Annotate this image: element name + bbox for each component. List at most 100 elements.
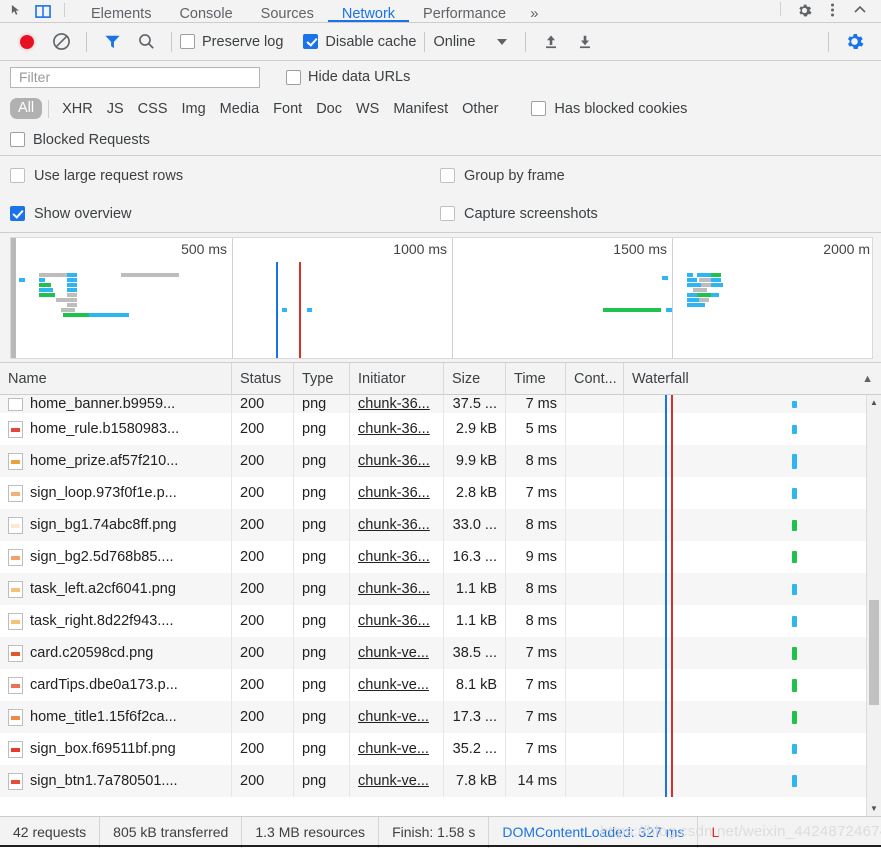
request-initiator[interactable]: chunk-36... [350,573,444,605]
request-initiator[interactable]: chunk-ve... [350,733,444,765]
overview-left-handle[interactable] [11,238,16,358]
type-filter-ws[interactable]: WS [349,101,386,117]
table-row[interactable]: sign_bg2.5d768b85.... 200 png chunk-36... 16… [0,541,881,573]
request-initiator[interactable]: chunk-36... [350,413,444,445]
column-header-type[interactable]: Type [294,363,350,395]
table-row[interactable]: sign_box.f69511bf.png 200 png chunk-ve... 35… [0,733,881,765]
type-filter-manifest[interactable]: Manifest [386,101,455,117]
table-row[interactable]: task_right.8d22f943.... 200 png chunk-36...… [0,605,881,637]
initiator-link[interactable]: chunk-36... [358,581,430,597]
tab-performance[interactable]: Performance [409,0,520,22]
table-row[interactable]: card.c20598cd.png 200 png chunk-ve... 38.5 .… [0,637,881,669]
preserve-log-box[interactable] [180,34,195,49]
tab-overflow-button[interactable]: » [520,0,548,22]
scroll-up-arrow[interactable]: ▲ [867,395,881,410]
capture-screenshots-checkbox[interactable]: Capture screenshots [440,206,598,222]
capture-screenshots-box[interactable] [440,206,455,221]
type-filter-all[interactable]: All [10,98,43,119]
hide-data-urls-checkbox[interactable]: Hide data URLs [286,69,410,85]
scroll-down-arrow[interactable]: ▼ [867,801,881,816]
column-header-size[interactable]: Size [444,363,506,395]
disable-cache-box[interactable] [303,34,319,49]
request-initiator[interactable]: chunk-36... [350,541,444,573]
table-row[interactable]: home_banner.b9959... 200 png chunk-36... 37.… [0,395,881,413]
table-row[interactable]: sign_bg1.74abc8ff.png 200 png chunk-36... 33… [0,509,881,541]
initiator-link[interactable]: chunk-ve... [358,709,429,725]
initiator-link[interactable]: chunk-36... [358,453,430,469]
tab-sources[interactable]: Sources [247,0,328,22]
inspect-element-icon[interactable] [10,4,25,19]
close-icon[interactable] [847,0,873,20]
blocked-requests-row[interactable]: Blocked Requests [0,124,881,156]
column-header-name[interactable]: Name [0,363,232,395]
request-initiator[interactable]: chunk-36... [350,605,444,637]
initiator-link[interactable]: chunk-36... [358,549,430,565]
filter-input[interactable] [17,68,253,86]
show-overview-checkbox[interactable]: Show overview [10,206,440,222]
import-har-icon[interactable] [534,28,568,56]
request-initiator[interactable]: chunk-ve... [350,669,444,701]
type-filter-js[interactable]: JS [100,101,131,117]
search-icon[interactable] [129,28,163,56]
initiator-link[interactable]: chunk-36... [358,517,430,533]
tab-network[interactable]: Network [327,0,410,22]
column-header-initiator[interactable]: Initiator [350,363,444,395]
initiator-link[interactable]: chunk-ve... [358,741,429,757]
filter-icon[interactable] [95,28,129,56]
column-header-status[interactable]: Status [232,363,294,395]
overview-canvas[interactable]: 500 ms 1000 ms 1500 ms 2000 m [10,237,873,359]
initiator-link[interactable]: chunk-ve... [358,773,429,789]
table-row[interactable]: home_title1.15f6f2ca... 200 png chunk-ve...… [0,701,881,733]
export-har-icon[interactable] [568,28,602,56]
table-row[interactable]: cardTips.dbe0a173.p... 200 png chunk-ve... 8… [0,669,881,701]
request-initiator[interactable]: chunk-ve... [350,637,444,669]
throttling-dropdown[interactable]: Online [433,34,508,50]
initiator-link[interactable]: chunk-ve... [358,645,429,661]
request-initiator[interactable]: chunk-36... [350,445,444,477]
request-initiator[interactable]: chunk-36... [350,395,444,413]
initiator-link[interactable]: chunk-36... [358,613,430,629]
column-header-content[interactable]: Cont... [566,363,624,395]
type-filter-doc[interactable]: Doc [309,101,349,117]
request-initiator[interactable]: chunk-36... [350,509,444,541]
request-initiator[interactable]: chunk-ve... [350,765,444,797]
table-row[interactable]: sign_btn1.7a780501.... 200 png chunk-ve... 7… [0,765,881,797]
gear-icon[interactable] [791,0,817,20]
kebab-menu-icon[interactable] [819,0,845,20]
network-settings-icon[interactable] [837,28,871,56]
type-filter-font[interactable]: Font [266,101,309,117]
use-large-request-rows-checkbox[interactable]: Use large request rows [10,168,440,184]
group-by-frame-checkbox[interactable]: Group by frame [440,168,565,184]
disable-cache-checkbox[interactable]: Disable cache [303,34,416,50]
table-row[interactable]: home_prize.af57f210... 200 png chunk-36... 9… [0,445,881,477]
preserve-log-checkbox[interactable]: Preserve log [180,34,283,50]
request-table-scrollbar[interactable]: ▲ ▼ [866,395,881,816]
initiator-link[interactable]: chunk-36... [358,485,430,501]
chevron-down-icon[interactable] [497,38,508,45]
has-blocked-cookies-box[interactable] [531,101,547,116]
device-toolbar-icon[interactable] [35,4,52,19]
initiator-link[interactable]: chunk-36... [358,396,430,412]
group-by-frame-box[interactable] [440,168,455,183]
show-overview-box[interactable] [10,206,25,221]
type-filter-css[interactable]: CSS [131,101,175,117]
request-initiator[interactable]: chunk-36... [350,477,444,509]
request-initiator[interactable]: chunk-ve... [350,701,444,733]
network-overview[interactable]: 500 ms 1000 ms 1500 ms 2000 m [0,233,881,363]
type-filter-img[interactable]: Img [175,101,213,117]
tab-elements[interactable]: Elements [77,0,165,22]
filter-input-wrap[interactable] [10,66,260,88]
blocked-requests-box[interactable] [10,132,25,147]
column-header-time[interactable]: Time [506,363,566,395]
table-row[interactable]: sign_loop.973f0f1e.p... 200 png chunk-36...… [0,477,881,509]
type-filter-media[interactable]: Media [213,101,267,117]
record-button[interactable] [10,28,44,56]
column-header-waterfall[interactable]: Waterfall ▲ [624,363,881,395]
table-row[interactable]: task_left.a2cf6041.png 200 png chunk-36... 1… [0,573,881,605]
has-blocked-cookies-checkbox[interactable]: Has blocked cookies [531,101,687,117]
use-large-request-rows-box[interactable] [10,168,25,183]
tab-console[interactable]: Console [165,0,246,22]
type-filter-other[interactable]: Other [455,101,505,117]
scrollbar-thumb[interactable] [869,600,879,705]
initiator-link[interactable]: chunk-36... [358,421,430,437]
